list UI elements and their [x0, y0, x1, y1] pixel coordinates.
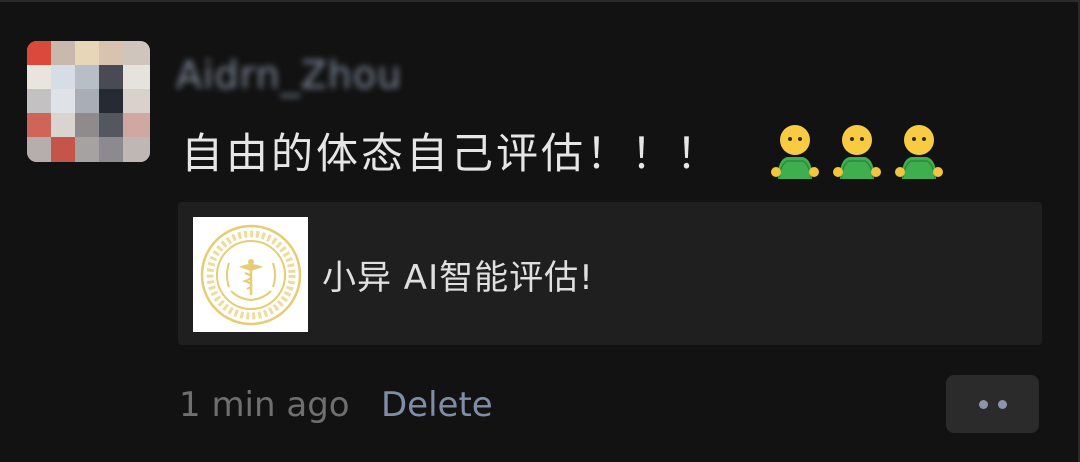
avatar-pixelated-image	[27, 41, 150, 162]
more-options-button[interactable]	[946, 375, 1039, 433]
emoji-group	[765, 120, 949, 180]
more-dots-icon	[997, 399, 1007, 409]
link-preview-card[interactable]: 小异 AI智能评估!	[178, 202, 1042, 345]
avatar[interactable]	[27, 41, 150, 162]
person-emoji-icon	[771, 125, 819, 179]
link-thumbnail	[193, 217, 308, 332]
link-preview-title: 小异 AI智能评估!	[322, 257, 594, 298]
delete-link[interactable]: Delete	[381, 382, 493, 428]
caduceus-emblem-icon	[200, 224, 301, 325]
person-emoji-icon	[895, 125, 943, 179]
more-dots-icon	[978, 399, 988, 409]
username[interactable]: Aidrn_Zhou	[176, 52, 402, 98]
comment-text: 自由的体态自己评估！！！	[181, 128, 722, 178]
timestamp: 1 min ago	[179, 385, 350, 425]
comment-container: Aidrn_Zhou 自由的体态自己评估！！！ 小异 AI智能评估! 1 min…	[0, 0, 1080, 462]
person-emoji-icon	[833, 125, 881, 179]
